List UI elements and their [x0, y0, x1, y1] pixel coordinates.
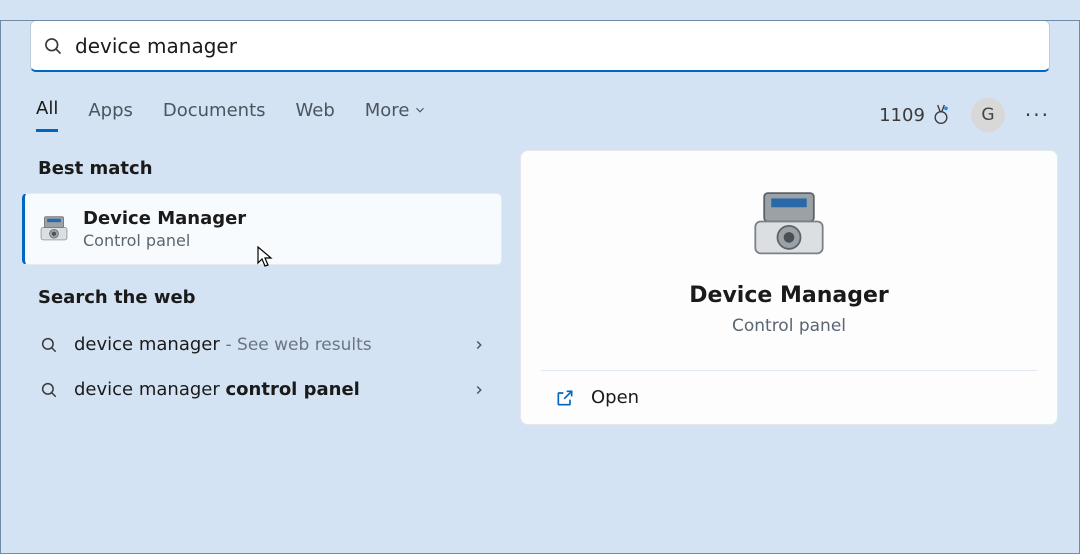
section-title-best-match: Best match — [38, 158, 502, 179]
best-match-title: Device Manager — [83, 208, 246, 229]
open-external-icon — [555, 388, 575, 408]
device-manager-icon — [39, 214, 69, 244]
tab-documents[interactable]: Documents — [163, 98, 266, 132]
chevron-down-icon — [413, 103, 427, 117]
best-match-result[interactable]: Device Manager Control panel — [22, 193, 502, 265]
rewards-medal-icon — [931, 103, 951, 127]
search-icon — [40, 381, 58, 399]
tab-more-label: More — [365, 100, 410, 121]
search-icon — [40, 336, 58, 354]
details-pane: Device Manager Control panel Open — [520, 150, 1058, 425]
device-manager-icon-large — [750, 189, 828, 265]
rewards-points[interactable]: 1109 — [879, 103, 951, 127]
tab-all[interactable]: All — [36, 98, 58, 132]
web-result-1[interactable]: device manager - See web results — [22, 322, 502, 367]
open-action[interactable]: Open — [541, 371, 1037, 424]
search-icon — [43, 36, 63, 56]
open-label: Open — [591, 387, 639, 408]
user-avatar[interactable]: G — [971, 98, 1005, 132]
details-subtitle: Control panel — [541, 316, 1037, 336]
tab-more[interactable]: More — [365, 98, 428, 132]
best-match-subtitle: Control panel — [83, 231, 246, 250]
tab-web[interactable]: Web — [296, 98, 335, 132]
web-result-1-label: device manager - See web results — [74, 334, 456, 355]
chevron-right-icon — [472, 383, 486, 397]
search-tabs: All Apps Documents Web More — [36, 98, 427, 132]
details-title: Device Manager — [541, 283, 1037, 308]
search-box[interactable] — [30, 20, 1050, 72]
section-title-search-web: Search the web — [38, 287, 502, 308]
web-result-2-label: device manager control panel — [74, 379, 456, 400]
points-value: 1109 — [879, 105, 925, 126]
web-result-2[interactable]: device manager control panel — [22, 367, 502, 412]
chevron-right-icon — [472, 338, 486, 352]
tab-apps[interactable]: Apps — [88, 98, 133, 132]
more-menu-button[interactable]: ··· — [1025, 103, 1050, 127]
mouse-cursor-icon — [257, 246, 275, 268]
search-input[interactable] — [75, 34, 1037, 58]
